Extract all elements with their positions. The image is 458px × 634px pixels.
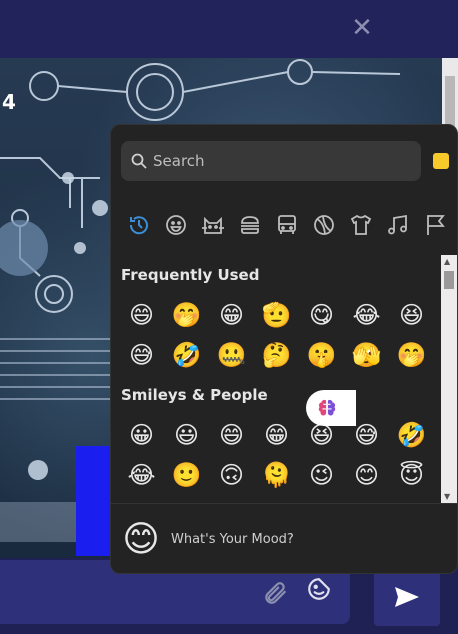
emoji-button[interactable]: 🫡 xyxy=(254,295,299,335)
category-nav xyxy=(125,211,455,241)
emoji-button[interactable]: 🤣 xyxy=(389,415,434,455)
emoji-grid-smileys-people: 😀 😃 😄 😁 😆 😅 🤣 😂 🙂 🙃 🫠 😉 😊 😇 xyxy=(111,415,441,495)
emoji-button[interactable]: 😁 xyxy=(254,415,299,455)
background-number: 4 xyxy=(2,90,16,114)
emoji-button[interactable]: 🤭 xyxy=(389,335,434,375)
emoji-button[interactable]: 😇 xyxy=(389,455,434,495)
emoji-button[interactable]: 😂 xyxy=(344,295,389,335)
bus-icon[interactable] xyxy=(273,211,300,238)
scroll-down-arrow-icon[interactable]: ▼ xyxy=(444,492,450,501)
scroll-up-arrow-icon[interactable]: ▲ xyxy=(444,257,450,266)
picker-scrollbar-thumb[interactable] xyxy=(444,271,454,289)
emoji-button[interactable]: 😂 xyxy=(119,455,164,495)
emoji-button[interactable]: 🤭 xyxy=(164,295,209,335)
emoji-button[interactable]: 😀 xyxy=(119,415,164,455)
top-bar: ✕ xyxy=(0,0,458,58)
burger-icon[interactable] xyxy=(236,211,263,238)
brain-icon xyxy=(318,399,336,416)
paperclip-icon[interactable] xyxy=(262,580,288,606)
emoji-grid-frequently-used: 😄 🤭 😁 🫡 😋 😂 😆 😅 🤣 🤐 🤔 🤫 🫣 🤭 xyxy=(111,295,441,375)
emoji-button[interactable]: 🤐 xyxy=(209,335,254,375)
send-button[interactable] xyxy=(374,568,440,626)
preview-text: What's Your Mood? xyxy=(171,532,294,547)
search-icon xyxy=(131,153,147,169)
emoji-button[interactable]: 😋 xyxy=(299,295,344,335)
emoji-button[interactable]: 😅 xyxy=(119,335,164,375)
emoji-button[interactable]: 🤫 xyxy=(299,335,344,375)
emoji-button[interactable]: 😃 xyxy=(164,415,209,455)
close-icon[interactable]: ✕ xyxy=(348,14,376,42)
emoji-button[interactable]: 😄 xyxy=(209,415,254,455)
emoji-button[interactable]: 🫠 xyxy=(254,455,299,495)
emoji-button[interactable]: 🤔 xyxy=(254,335,299,375)
skin-tone-selector[interactable] xyxy=(433,153,449,169)
emoji-button[interactable]: 😆 xyxy=(389,295,434,335)
music-icon[interactable] xyxy=(384,211,411,238)
smiley-icon[interactable] xyxy=(162,211,189,238)
clock-icon[interactable] xyxy=(125,211,152,238)
search-input[interactable] xyxy=(153,152,403,170)
section-title-frequently-used: Frequently Used xyxy=(121,266,260,284)
send-icon xyxy=(395,587,419,607)
picker-scrollbar[interactable]: ▲ ▼ xyxy=(441,255,457,503)
emoji-button[interactable]: 🙃 xyxy=(209,455,254,495)
emoji-button[interactable]: 😁 xyxy=(209,295,254,335)
emoji-button[interactable]: 🙂 xyxy=(164,455,209,495)
emoji-button[interactable]: 😄 xyxy=(119,295,164,335)
sticker-icon[interactable] xyxy=(306,576,332,602)
section-title-smileys-people: Smileys & People xyxy=(121,386,268,404)
emoji-button[interactable]: 🫣 xyxy=(344,335,389,375)
emoji-button[interactable]: 🤣 xyxy=(164,335,209,375)
flag-icon[interactable] xyxy=(421,211,448,238)
ball-icon[interactable] xyxy=(310,211,337,238)
preview-emoji: 😊 xyxy=(122,518,160,560)
emoji-button[interactable]: 😉 xyxy=(299,455,344,495)
mood-button[interactable] xyxy=(306,390,356,426)
cat-icon[interactable] xyxy=(199,211,226,238)
emoji-button[interactable]: 😊 xyxy=(344,455,389,495)
page-scrollbar-thumb[interactable] xyxy=(445,76,455,126)
picker-footer: 😊 What's Your Mood? xyxy=(111,503,457,573)
emoji-list: Frequently Used 😄 🤭 😁 🫡 😋 😂 😆 😅 🤣 🤐 🤔 🤫 … xyxy=(111,255,441,501)
shirt-icon[interactable] xyxy=(347,211,374,238)
search-box[interactable] xyxy=(121,141,421,181)
emoji-picker: Frequently Used 😄 🤭 😁 🫡 😋 😂 😆 😅 🤣 🤐 🤔 🤫 … xyxy=(110,124,458,574)
